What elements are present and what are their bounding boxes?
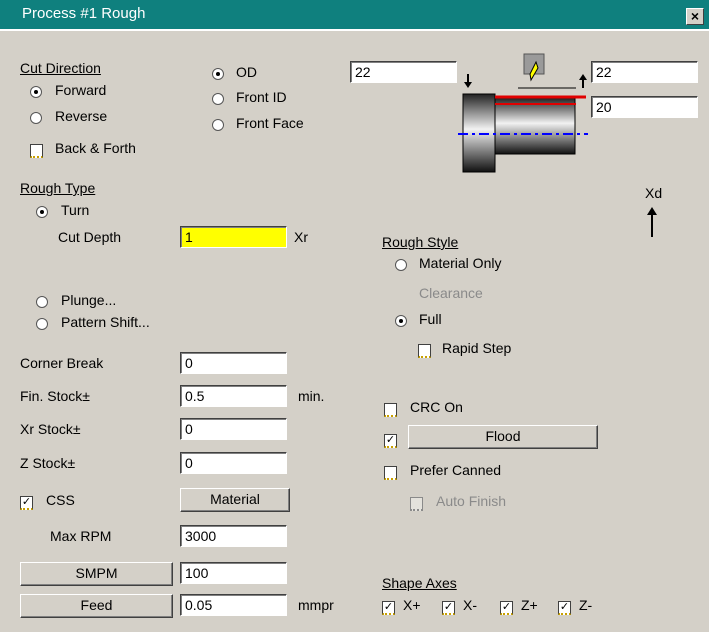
cut-depth-field[interactable]: 1: [180, 226, 287, 248]
rapid-step-checkbox[interactable]: [418, 344, 431, 358]
fin-stock-field[interactable]: 0.5: [180, 385, 287, 407]
max-rpm-label: Max RPM: [50, 528, 112, 544]
corner-break-field[interactable]: 0: [180, 352, 287, 374]
rough-style-heading: Rough Style: [382, 234, 459, 250]
rough-type-heading: Rough Type: [20, 180, 96, 196]
crc-on-label: CRC On: [410, 399, 463, 415]
x-minus-checkbox[interactable]: ✓: [442, 601, 455, 615]
z-minus-checkbox[interactable]: ✓: [558, 601, 571, 615]
turn-label: Turn: [61, 202, 90, 218]
diagram-right-bottom-field[interactable]: 20: [591, 96, 698, 118]
od-radio[interactable]: [212, 68, 224, 80]
back-and-forth-label: Back & Forth: [55, 140, 136, 156]
cut-direction-heading: Cut Direction: [20, 60, 101, 76]
window-title: Process #1 Rough: [22, 5, 146, 22]
cut-depth-unit: Xr: [294, 229, 308, 245]
auto-finish-label: Auto Finish: [436, 493, 507, 509]
smpm-field[interactable]: 100: [180, 562, 287, 584]
cut-depth-label: Cut Depth: [58, 229, 122, 245]
crc-on-checkbox[interactable]: [384, 403, 397, 417]
material-button[interactable]: Material: [180, 488, 290, 512]
forward-radio[interactable]: [30, 86, 42, 98]
reverse-radio[interactable]: [30, 112, 42, 124]
front-id-radio[interactable]: [212, 93, 224, 105]
plunge-label: Plunge...: [61, 292, 117, 308]
material-only-label: Material Only: [419, 255, 502, 271]
z-plus-checkbox[interactable]: ✓: [500, 601, 513, 615]
z-minus-label: Z-: [579, 597, 593, 613]
prefer-canned-label: Prefer Canned: [410, 462, 502, 478]
front-id-label: Front ID: [236, 89, 287, 105]
auto-finish-checkbox[interactable]: [410, 497, 423, 511]
css-label: CSS: [46, 492, 75, 508]
xr-stock-label: Xr Stock±: [20, 421, 81, 437]
x-plus-label: X+: [403, 597, 421, 613]
flood-button[interactable]: Flood: [408, 425, 598, 449]
turn-radio[interactable]: [36, 206, 48, 218]
prefer-canned-checkbox[interactable]: [384, 466, 397, 480]
smpm-button[interactable]: SMPM: [20, 562, 173, 586]
flood-checkbox[interactable]: ✓: [384, 434, 397, 448]
front-face-label: Front Face: [236, 115, 304, 131]
feed-field[interactable]: 0.05: [180, 594, 287, 616]
feed-unit: mmpr: [298, 597, 334, 613]
tool-path-diagram: [458, 53, 588, 173]
reverse-label: Reverse: [55, 108, 108, 124]
material-only-radio[interactable]: [395, 259, 407, 271]
close-icon[interactable]: ×: [686, 8, 704, 25]
clearance-label: Clearance: [419, 285, 483, 301]
z-stock-field[interactable]: 0: [180, 452, 287, 474]
forward-label: Forward: [55, 82, 107, 98]
rapid-step-label: Rapid Step: [442, 340, 512, 356]
plunge-radio[interactable]: [36, 296, 48, 308]
full-label: Full: [419, 311, 442, 327]
xr-stock-field[interactable]: 0: [180, 418, 287, 440]
diagram-right-top-field[interactable]: 22: [591, 61, 698, 83]
fin-stock-label: Fin. Stock±: [20, 388, 90, 404]
x-plus-checkbox[interactable]: ✓: [382, 601, 395, 615]
back-and-forth-checkbox[interactable]: [30, 144, 43, 158]
z-plus-label: Z+: [521, 597, 538, 613]
od-label: OD: [236, 64, 257, 80]
pattern-shift-radio[interactable]: [36, 318, 48, 330]
full-radio[interactable]: [395, 315, 407, 327]
max-rpm-field[interactable]: 3000: [180, 525, 287, 547]
xd-axis-arrow-icon: [647, 207, 657, 237]
x-minus-label: X-: [463, 597, 477, 613]
shape-axes-heading: Shape Axes: [382, 575, 457, 591]
z-stock-label: Z Stock±: [20, 455, 76, 471]
diagram-left-field[interactable]: 22: [350, 61, 457, 83]
feed-button[interactable]: Feed: [20, 594, 173, 618]
fin-stock-unit: min.: [298, 388, 325, 404]
xd-axis-label: Xd: [645, 185, 663, 201]
pattern-shift-label: Pattern Shift...: [61, 314, 150, 330]
corner-break-label: Corner Break: [20, 355, 104, 371]
css-checkbox[interactable]: ✓: [20, 496, 33, 510]
front-face-radio[interactable]: [212, 119, 224, 131]
